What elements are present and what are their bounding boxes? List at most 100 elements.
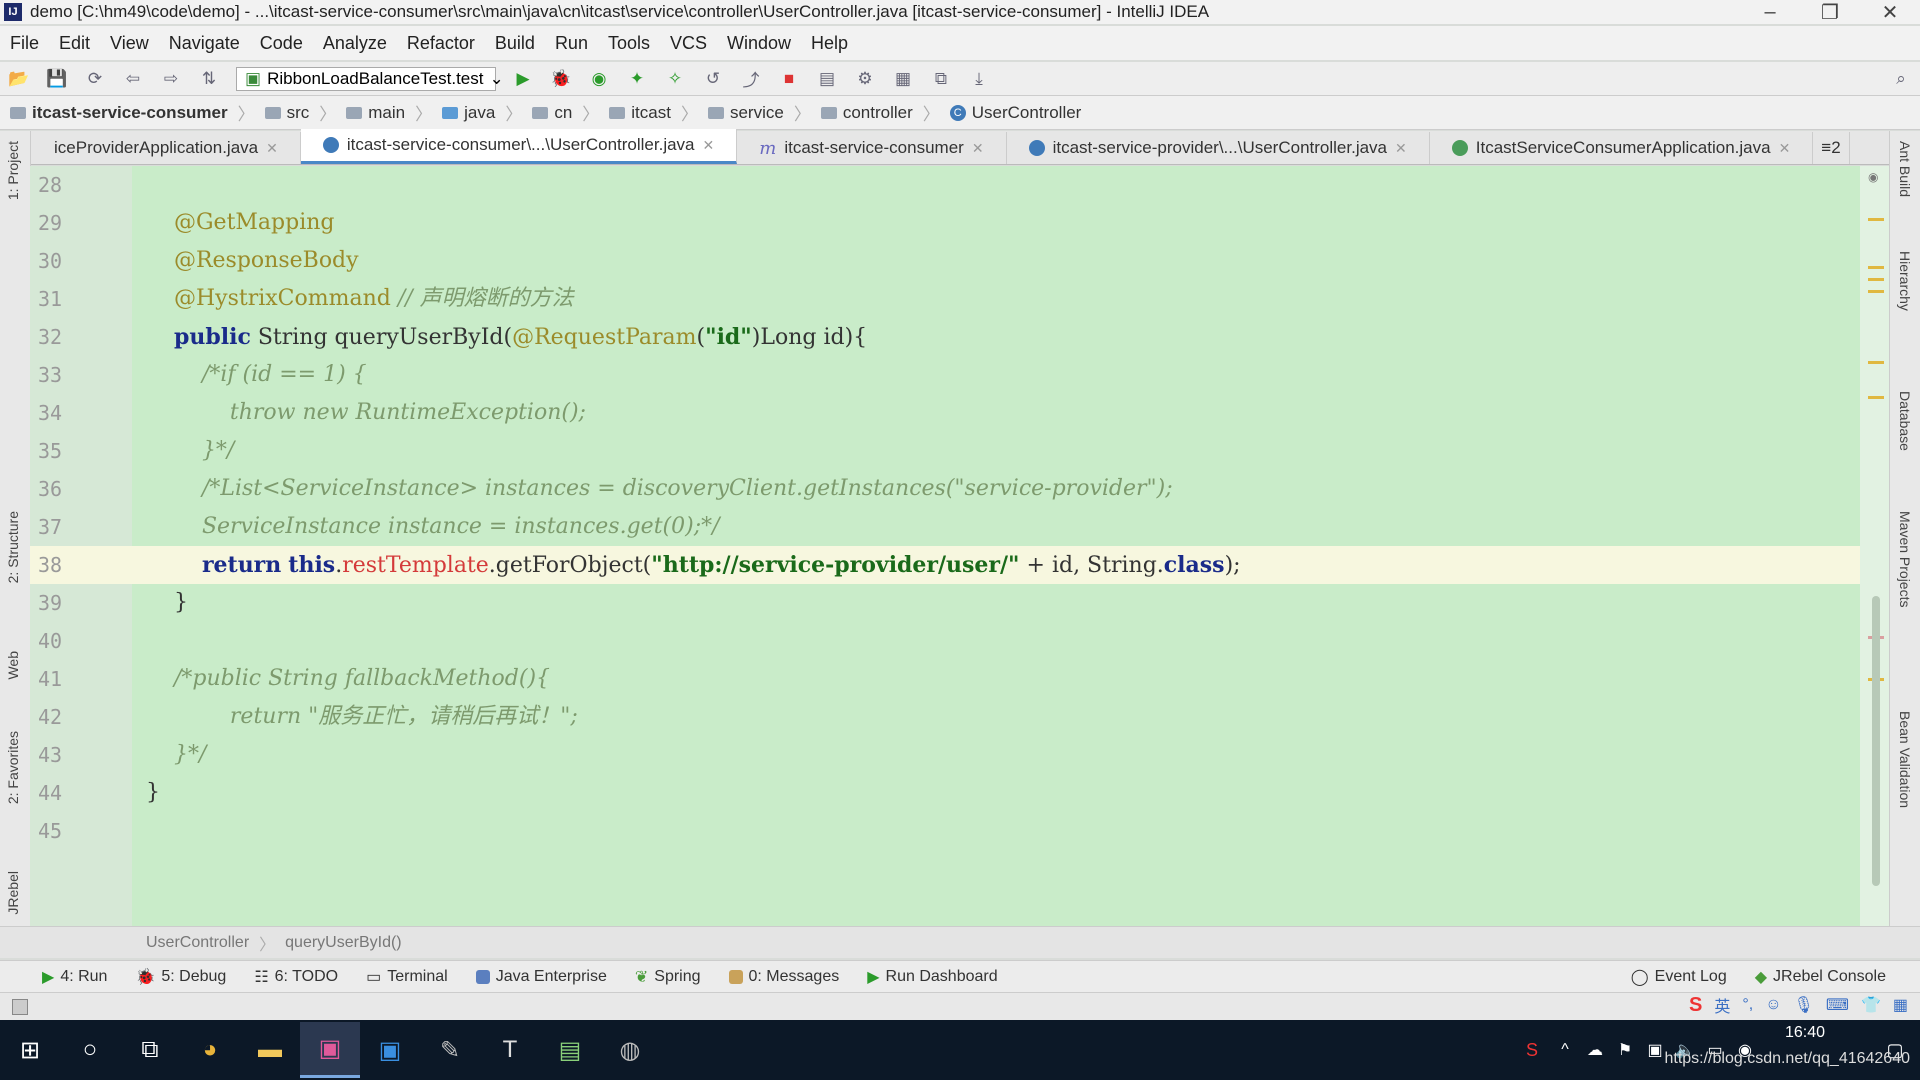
forward-arrow-icon[interactable]: ⇨ xyxy=(157,67,185,91)
close-button[interactable]: ✕ xyxy=(1860,0,1920,25)
intellij-taskbar-icon[interactable]: ▣ xyxy=(300,1022,360,1078)
menu-code[interactable]: Code xyxy=(250,33,313,54)
line-number-gutter[interactable]: 28 29 30 31 32 33 34 35 36 37 38 39 40 4… xyxy=(30,166,132,926)
error-stripe[interactable]: ◉ xyxy=(1860,166,1890,926)
toolwindow-run[interactable]: ▶ 4: Run xyxy=(28,967,121,987)
menu-edit[interactable]: Edit xyxy=(49,33,100,54)
crumb-controller[interactable]: controller xyxy=(811,103,923,123)
crumb-service[interactable]: service xyxy=(698,103,794,123)
crumb-itcast[interactable]: itcast xyxy=(599,103,681,123)
stop-icon[interactable]: ■ xyxy=(775,67,803,91)
update-icon[interactable]: ⤴ xyxy=(737,67,765,91)
run-icon[interactable]: ▶ xyxy=(509,67,537,91)
scrollbar-thumb[interactable] xyxy=(1872,596,1880,886)
close-icon[interactable]: ✕ xyxy=(972,140,984,157)
debug-icon[interactable]: 🐞 xyxy=(547,67,575,91)
tool-bean-validation[interactable]: Bean Validation xyxy=(1897,711,1913,808)
menu-vcs[interactable]: VCS xyxy=(660,33,717,54)
toolwindow-debug[interactable]: 🐞 5: Debug xyxy=(121,967,240,987)
tool-ant-build[interactable]: Ant Build xyxy=(1897,141,1913,197)
tray-icon[interactable]: ☁ xyxy=(1580,1022,1610,1078)
toolwindow-spring[interactable]: ❦ Spring xyxy=(621,967,715,987)
attach-icon[interactable]: ↺ xyxy=(699,67,727,91)
close-icon[interactable]: ✕ xyxy=(266,140,278,157)
coverage-icon[interactable]: ◉ xyxy=(585,67,613,91)
tool-favorites[interactable]: 2: Favorites xyxy=(5,731,21,804)
profile-icon[interactable]: ✦ xyxy=(623,67,651,91)
toggle-tool-windows-icon[interactable] xyxy=(12,998,28,1015)
editor-crumb-class[interactable]: UserController xyxy=(146,934,249,952)
save-icon[interactable]: 💾 xyxy=(43,67,71,91)
start-button[interactable]: ⊞ xyxy=(0,1022,60,1078)
ime-mic-icon[interactable]: 🎙 xyxy=(1794,995,1814,1015)
download-icon[interactable]: ⤓ xyxy=(965,67,993,91)
restore-button[interactable]: ❐ xyxy=(1800,0,1860,25)
sdk-icon[interactable]: ▦ xyxy=(889,67,917,91)
ime-skin-icon[interactable]: 👕 xyxy=(1861,995,1881,1015)
menu-file[interactable]: File xyxy=(0,33,49,54)
toolwindow-terminal[interactable]: ▭ Terminal xyxy=(352,967,462,987)
task-view-icon[interactable]: ⧉ xyxy=(120,1022,180,1078)
cortana-search-icon[interactable]: ○ xyxy=(60,1022,120,1078)
tool-structure[interactable]: 2: Structure xyxy=(5,511,21,583)
tray-chevron-icon[interactable]: ^ xyxy=(1550,1022,1580,1078)
tray-icon[interactable]: ⚑ xyxy=(1610,1022,1640,1078)
tab-provider-application[interactable]: iceProviderApplication.java ✕ xyxy=(32,132,301,164)
sync-icon[interactable]: ⟳ xyxy=(81,67,109,91)
menu-run[interactable]: Run xyxy=(545,33,598,54)
editor-crumb-method[interactable]: queryUserById() xyxy=(285,934,401,952)
back-arrow-icon[interactable]: ⇦ xyxy=(119,67,147,91)
menu-view[interactable]: View xyxy=(100,33,159,54)
warning-mark[interactable] xyxy=(1868,361,1884,364)
crumb-java[interactable]: java xyxy=(432,103,505,123)
toolwindow-java-enterprise[interactable]: Java Enterprise xyxy=(462,968,621,986)
ime-lang-icon[interactable]: 英 xyxy=(1714,993,1730,1017)
tool-web[interactable]: Web xyxy=(5,651,21,680)
menu-help[interactable]: Help xyxy=(801,33,858,54)
tab-provider-user-controller[interactable]: itcast-service-provider\...\UserControll… xyxy=(1007,132,1430,164)
open-folder-icon[interactable]: 📂 xyxy=(5,67,33,91)
jrebel-run-icon[interactable]: ✧ xyxy=(661,67,689,91)
settings-icon[interactable]: ⚙ xyxy=(851,67,879,91)
toolwindow-todo[interactable]: ☷ 6: TODO xyxy=(240,967,352,987)
warning-mark[interactable] xyxy=(1868,218,1884,221)
close-icon[interactable]: ✕ xyxy=(1779,140,1791,157)
tab-consumer-application[interactable]: ItcastServiceConsumerApplication.java ✕ xyxy=(1430,132,1814,164)
menu-tools[interactable]: Tools xyxy=(598,33,660,54)
tool-project[interactable]: 1: Project xyxy=(5,141,21,200)
menu-build[interactable]: Build xyxy=(485,33,545,54)
tool-maven-projects[interactable]: Maven Projects xyxy=(1897,511,1913,607)
tab-consumer-pom[interactable]: m itcast-service-consumer ✕ xyxy=(737,132,1007,164)
ime-toolbox-icon[interactable]: ▦ xyxy=(1893,995,1908,1015)
crumb-src[interactable]: src xyxy=(255,103,320,123)
crumb-cn[interactable]: cn xyxy=(522,103,582,123)
tool-taskbar-icon[interactable]: ✎ xyxy=(420,1022,480,1078)
warning-mark[interactable] xyxy=(1868,396,1884,399)
close-icon[interactable]: ✕ xyxy=(703,137,715,154)
sogou-icon[interactable]: S xyxy=(1689,994,1702,1017)
toolwindow-run-dashboard[interactable]: ▶ Run Dashboard xyxy=(853,967,1011,987)
project-structure-icon[interactable]: ▤ xyxy=(813,67,841,91)
notepad-taskbar-icon[interactable]: ▤ xyxy=(540,1022,600,1078)
warning-mark[interactable] xyxy=(1868,278,1884,281)
tool-hierarchy[interactable]: Hierarchy xyxy=(1897,251,1913,311)
menu-refactor[interactable]: Refactor xyxy=(397,33,485,54)
ime-punct-icon[interactable]: °, xyxy=(1742,996,1753,1014)
file-explorer-icon[interactable]: ▬ xyxy=(240,1022,300,1078)
menu-window[interactable]: Window xyxy=(717,33,801,54)
typora-taskbar-icon[interactable]: T xyxy=(480,1022,540,1078)
menu-analyze[interactable]: Analyze xyxy=(313,33,397,54)
app-taskbar-icon[interactable]: ▣ xyxy=(360,1022,420,1078)
run-configuration-select[interactable]: ▣ RibbonLoadBalanceTest.test ⌄ xyxy=(236,66,504,91)
tool-database[interactable]: Database xyxy=(1897,391,1913,451)
crumb-module[interactable]: itcast-service-consumer xyxy=(0,103,238,123)
sogou-tray-icon[interactable]: S xyxy=(1514,1022,1550,1078)
tab-consumer-user-controller[interactable]: itcast-service-consumer\...\UserControll… xyxy=(300,129,738,164)
tabs-overflow-button[interactable]: ≡2 xyxy=(1813,132,1850,164)
toolwindow-messages[interactable]: 0: Messages xyxy=(715,968,854,986)
warning-mark[interactable] xyxy=(1868,266,1884,269)
build-project-icon[interactable]: ⇅ xyxy=(195,67,223,91)
warning-mark[interactable] xyxy=(1868,290,1884,293)
tool-jrebel[interactable]: JRebel xyxy=(5,871,21,915)
code-editor[interactable]: @GetMapping @ResponseBody @HystrixComman… xyxy=(132,166,1876,926)
